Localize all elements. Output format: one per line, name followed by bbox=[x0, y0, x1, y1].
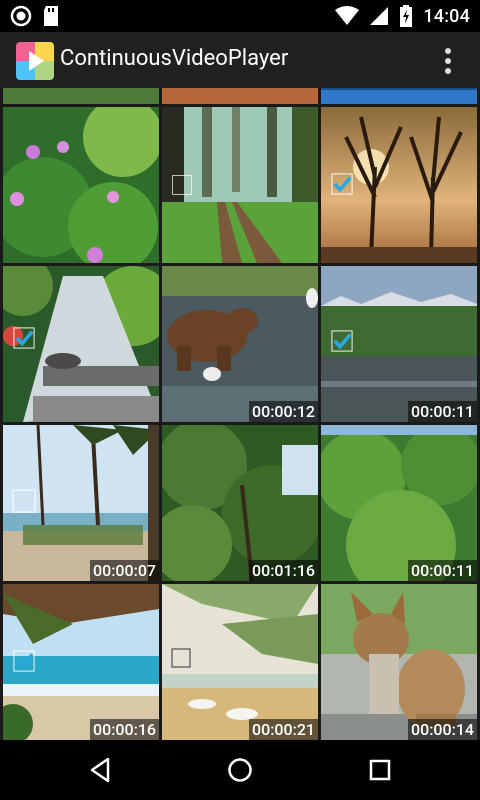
selection-checkbox[interactable] bbox=[331, 173, 353, 195]
video-thumbnail[interactable]: 00:00:21 bbox=[162, 584, 318, 740]
status-time: 14:04 bbox=[423, 5, 470, 27]
video-thumbnail[interactable]: 00:00:14 bbox=[321, 584, 477, 740]
video-thumbnail[interactable] bbox=[3, 88, 159, 104]
video-thumbnail[interactable]: 00:00:11 bbox=[321, 425, 477, 581]
flowers-scene bbox=[3, 107, 159, 263]
recents-icon[interactable] bbox=[365, 755, 395, 785]
app-bar: ContinuousVideoPlayer bbox=[0, 32, 480, 88]
battery-charging-icon bbox=[400, 5, 413, 27]
video-duration: 00:00:14 bbox=[408, 719, 477, 740]
video-thumbnail[interactable] bbox=[3, 266, 159, 422]
video-thumbnail[interactable] bbox=[3, 107, 159, 263]
back-icon[interactable] bbox=[86, 755, 116, 785]
bush-scene bbox=[321, 425, 477, 581]
video-thumbnail[interactable]: 00:00:07 bbox=[3, 425, 159, 581]
app-title: ContinuousVideoPlayer bbox=[60, 46, 289, 71]
video-thumbnail[interactable] bbox=[321, 88, 477, 104]
video-duration: 00:00:12 bbox=[249, 401, 318, 422]
bear-river-scene bbox=[162, 266, 318, 422]
video-duration: 00:00:07 bbox=[90, 560, 159, 581]
video-duration: 00:01:16 bbox=[249, 560, 318, 581]
notification-circle-icon bbox=[10, 5, 32, 27]
wifi-icon bbox=[335, 6, 360, 25]
sd-card-icon bbox=[44, 6, 58, 26]
video-thumbnail[interactable]: 00:01:16 bbox=[162, 425, 318, 581]
selection-checkbox[interactable] bbox=[13, 650, 35, 672]
selection-checkbox[interactable] bbox=[331, 330, 353, 352]
video-thumbnail[interactable] bbox=[162, 107, 318, 263]
video-thumbnail[interactable]: 00:00:16 bbox=[3, 584, 159, 740]
cell-signal-icon bbox=[370, 7, 389, 25]
video-duration: 00:00:11 bbox=[408, 401, 477, 422]
selection-checkbox[interactable] bbox=[172, 175, 192, 195]
green-foliage-scene bbox=[162, 425, 318, 581]
video-thumbnail[interactable] bbox=[162, 88, 318, 104]
selection-checkbox[interactable] bbox=[13, 327, 35, 349]
overflow-menu-icon[interactable] bbox=[440, 46, 456, 76]
video-thumbnail[interactable]: 00:00:12 bbox=[162, 266, 318, 422]
video-thumbnail[interactable] bbox=[321, 107, 477, 263]
video-duration: 00:00:21 bbox=[249, 719, 318, 740]
home-icon[interactable] bbox=[225, 755, 255, 785]
beach-palms-scene bbox=[3, 425, 159, 581]
video-grid: 00:00:12 00:00:11 00:00:07 00:01:16 00:0… bbox=[0, 88, 480, 740]
cat-scene bbox=[321, 584, 477, 740]
app-logo-icon bbox=[16, 42, 54, 80]
palm-boats-scene bbox=[162, 584, 318, 740]
video-duration: 00:00:11 bbox=[408, 560, 477, 581]
video-duration: 00:00:16 bbox=[90, 719, 159, 740]
navigation-bar bbox=[0, 740, 480, 800]
status-bar: 14:04 bbox=[0, 0, 480, 32]
video-thumbnail[interactable]: 00:00:11 bbox=[321, 266, 477, 422]
